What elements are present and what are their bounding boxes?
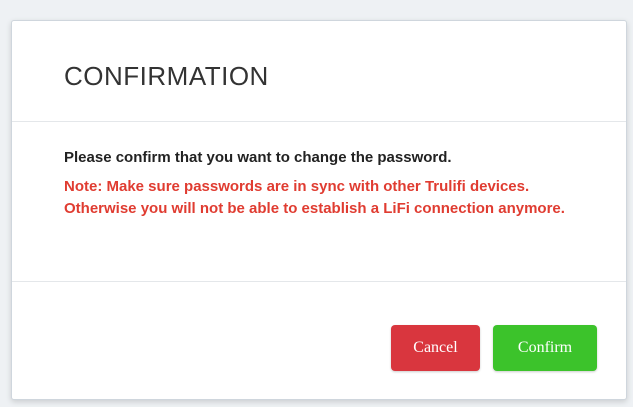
confirm-button[interactable]: Confirm: [493, 325, 597, 371]
warning-note: Note: Make sure passwords are in sync wi…: [64, 178, 565, 217]
dialog-header: CONFIRMATION: [12, 21, 626, 122]
dialog-title: CONFIRMATION: [64, 61, 269, 91]
confirmation-message: Please confirm that you want to change t…: [64, 149, 452, 166]
dialog-footer: Cancel Confirm: [12, 281, 626, 402]
dialog-body: Please confirm that you want to change t…: [64, 148, 604, 220]
cancel-button[interactable]: Cancel: [391, 325, 480, 371]
confirmation-dialog: CONFIRMATION Please confirm that you wan…: [11, 20, 627, 400]
